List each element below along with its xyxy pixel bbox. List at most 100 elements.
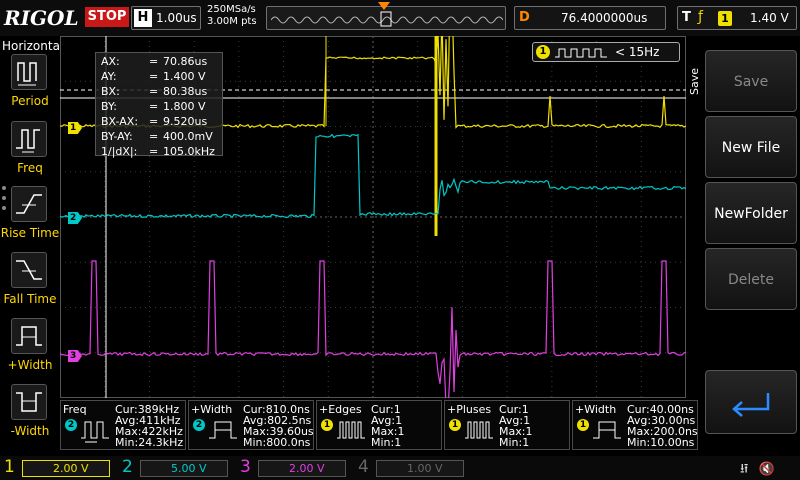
cursor-row: AY: = 1.400 V — [101, 70, 206, 83]
cursor-row: 1/|dX|: = 105.0kHz — [101, 145, 215, 158]
measure-values: Cur:1 Avg:1 Max:1 Min:1 — [499, 403, 533, 449]
measure-values: Cur:389kHz Avg:411kHz Max:422kHz Min:24.3kH… — [115, 403, 184, 449]
cursor-row: BY-AY: = 400.0mV — [101, 130, 213, 143]
sample-rate: 250MSa/s — [207, 4, 256, 15]
measure-name: +Width — [575, 403, 617, 416]
plus-width-icon — [209, 421, 237, 439]
trigger-position-marker-icon — [378, 2, 390, 10]
delay-label: D — [519, 10, 530, 25]
measure-name: Freq — [63, 403, 87, 416]
measurement-plus-width-ch1[interactable]: +Width 1 Cur:40.00ns Avg:30.00ns Max:200.0… — [572, 400, 698, 450]
run-stop-indicator[interactable]: STOP — [85, 7, 129, 27]
measure-values: Cur:40.00ns Avg:30.00ns Max:200.0ns Min:10.… — [627, 403, 698, 449]
sample-info: 250MSa/s 3.00M pts — [207, 4, 257, 28]
menu-title: Horizontal — [2, 39, 64, 53]
back-button[interactable] — [705, 370, 797, 434]
measure-name: +Width — [191, 403, 233, 416]
fall-time-icon — [11, 252, 47, 288]
cursor-row: BX: = 80.38us — [101, 85, 208, 98]
speaker-mute-icon: 🔇 — [758, 462, 775, 477]
channel-scale: 2.00 V — [258, 460, 346, 477]
channel-number: 1 — [4, 457, 15, 477]
measure-channel: 2 — [193, 419, 205, 431]
channel-number: 4 — [358, 457, 369, 477]
counter-value: < 15Hz — [615, 45, 660, 59]
measure-values: Cur:1 Avg:1 Max:1 Min:1 — [371, 403, 405, 449]
menu-item-period[interactable]: Period — [0, 54, 60, 118]
measure-name: +Pluses — [447, 403, 492, 416]
measurement-strip: Freq 2 Cur:389kHz Avg:411kHz Max:422kHz Min… — [60, 398, 700, 452]
trigger-label: T — [682, 10, 691, 25]
measure-channel: 2 — [65, 419, 77, 431]
plus-width-icon — [593, 421, 621, 439]
menu-item-plus-width[interactable]: +Width — [0, 318, 60, 382]
channel-1-status[interactable]: 1 2.00 V — [0, 456, 116, 480]
delete-button[interactable]: Delete — [705, 248, 797, 310]
measure-values: Cur:810.0ns Avg:802.5ns Max:39.60us Min:800… — [243, 403, 314, 449]
channel-number: 3 — [240, 457, 251, 477]
measure-channel: 1 — [449, 419, 461, 431]
new-file-button[interactable]: New File — [705, 116, 797, 178]
horizontal-timebase-box[interactable]: H 1.00us — [131, 6, 201, 30]
horizontal-delay-box[interactable]: D 76.4000000us — [514, 6, 666, 30]
channel-3-status[interactable]: 3 2.00 V — [236, 456, 352, 480]
menu-side-label: Save — [688, 68, 701, 96]
menu-item-minus-width[interactable]: -Width — [0, 384, 60, 448]
menu-item-rise-time[interactable]: Rise Time — [0, 186, 60, 250]
minus-width-icon — [11, 384, 47, 420]
top-status-bar: RIGOL STOP H 1.00us 250MSa/s 3.00M pts D… — [0, 0, 800, 36]
measure-name: +Edges — [319, 403, 362, 416]
menu-item-freq[interactable]: Freq — [0, 121, 60, 185]
trigger-level: 1.40 V — [750, 11, 789, 25]
menu-label: Fall Time — [3, 292, 57, 306]
horizontal-label: H — [134, 9, 152, 27]
menu-label: Freq — [17, 161, 43, 175]
memory-waveform-thumbnail — [271, 11, 503, 27]
square-wave-icon — [555, 48, 607, 58]
right-save-menu: Save Save New File NewFolder Delete — [686, 36, 800, 456]
menu-side-tab: Save — [686, 36, 704, 456]
channel-4-status[interactable]: 4 1.00 V — [354, 456, 470, 480]
freq-icon — [11, 121, 47, 157]
menu-label: -Width — [10, 424, 50, 438]
channel-2-status[interactable]: 2 5.00 V — [118, 456, 234, 480]
freq-icon — [81, 421, 109, 443]
channel-scale: 2.00 V — [22, 460, 110, 477]
measure-channel: 1 — [577, 419, 589, 431]
frequency-counter[interactable]: 1 < 15Hz — [532, 42, 680, 62]
left-measure-menu: Horizontal Period Freq Rise Time Fall Ti… — [0, 36, 64, 456]
cursor-row: AX: = 70.86us — [101, 55, 208, 68]
status-icons: ⭿ 🔇 — [740, 460, 775, 480]
save-button[interactable]: Save — [705, 50, 797, 112]
edges-icon — [337, 421, 365, 439]
channel-status-bar: 1 2.00 V 2 5.00 V 3 2.00 V 4 1.00 V ⭿ 🔇 — [0, 456, 800, 480]
menu-label: +Width — [7, 358, 53, 372]
measure-channel: 1 — [321, 419, 333, 431]
counter-channel: 1 — [536, 45, 550, 59]
menu-label: Period — [11, 94, 49, 108]
rigol-logo: RIGOL — [4, 6, 79, 30]
rising-edge-icon: ƒ — [698, 9, 703, 25]
rise-time-icon — [11, 186, 47, 222]
measurement-plus-pulses[interactable]: +Pluses 1 Cur:1 Avg:1 Max:1 Min:1 — [444, 400, 570, 450]
menu-label: Rise Time — [0, 226, 60, 240]
channel-number: 2 — [122, 457, 133, 477]
cursor-readout-panel: AX: = 70.86us AY: = 1.400 V BX: = 80.38us BY: =… — [95, 52, 223, 158]
cursor-row: BY: = 1.800 V — [101, 100, 206, 113]
delay-value: 76.4000000us — [561, 11, 648, 25]
trigger-box[interactable]: T ƒ 1 1.40 V — [677, 6, 797, 30]
menu-item-fall-time[interactable]: Fall Time — [0, 252, 60, 316]
channel-scale: 5.00 V — [140, 460, 228, 477]
measurement-freq[interactable]: Freq 2 Cur:389kHz Avg:411kHz Max:422kHz Min… — [60, 400, 186, 450]
period-icon — [11, 54, 47, 90]
plus-width-icon — [11, 318, 47, 354]
return-arrow-icon — [732, 393, 770, 417]
measurement-plus-edges[interactable]: +Edges 1 Cur:1 Avg:1 Max:1 Min:1 — [316, 400, 442, 450]
measurement-plus-width-ch2[interactable]: +Width 2 Cur:810.0ns Avg:802.5ns Max:39.60… — [188, 400, 314, 450]
memory-depth: 3.00M pts — [207, 16, 257, 27]
cursor-row: BX-AX: = 9.520us — [101, 115, 208, 128]
channel-scale: 1.00 V — [376, 460, 464, 477]
trigger-source: 1 — [718, 11, 732, 26]
new-folder-button[interactable]: NewFolder — [705, 182, 797, 244]
usb-icon: ⭿ — [740, 462, 749, 477]
